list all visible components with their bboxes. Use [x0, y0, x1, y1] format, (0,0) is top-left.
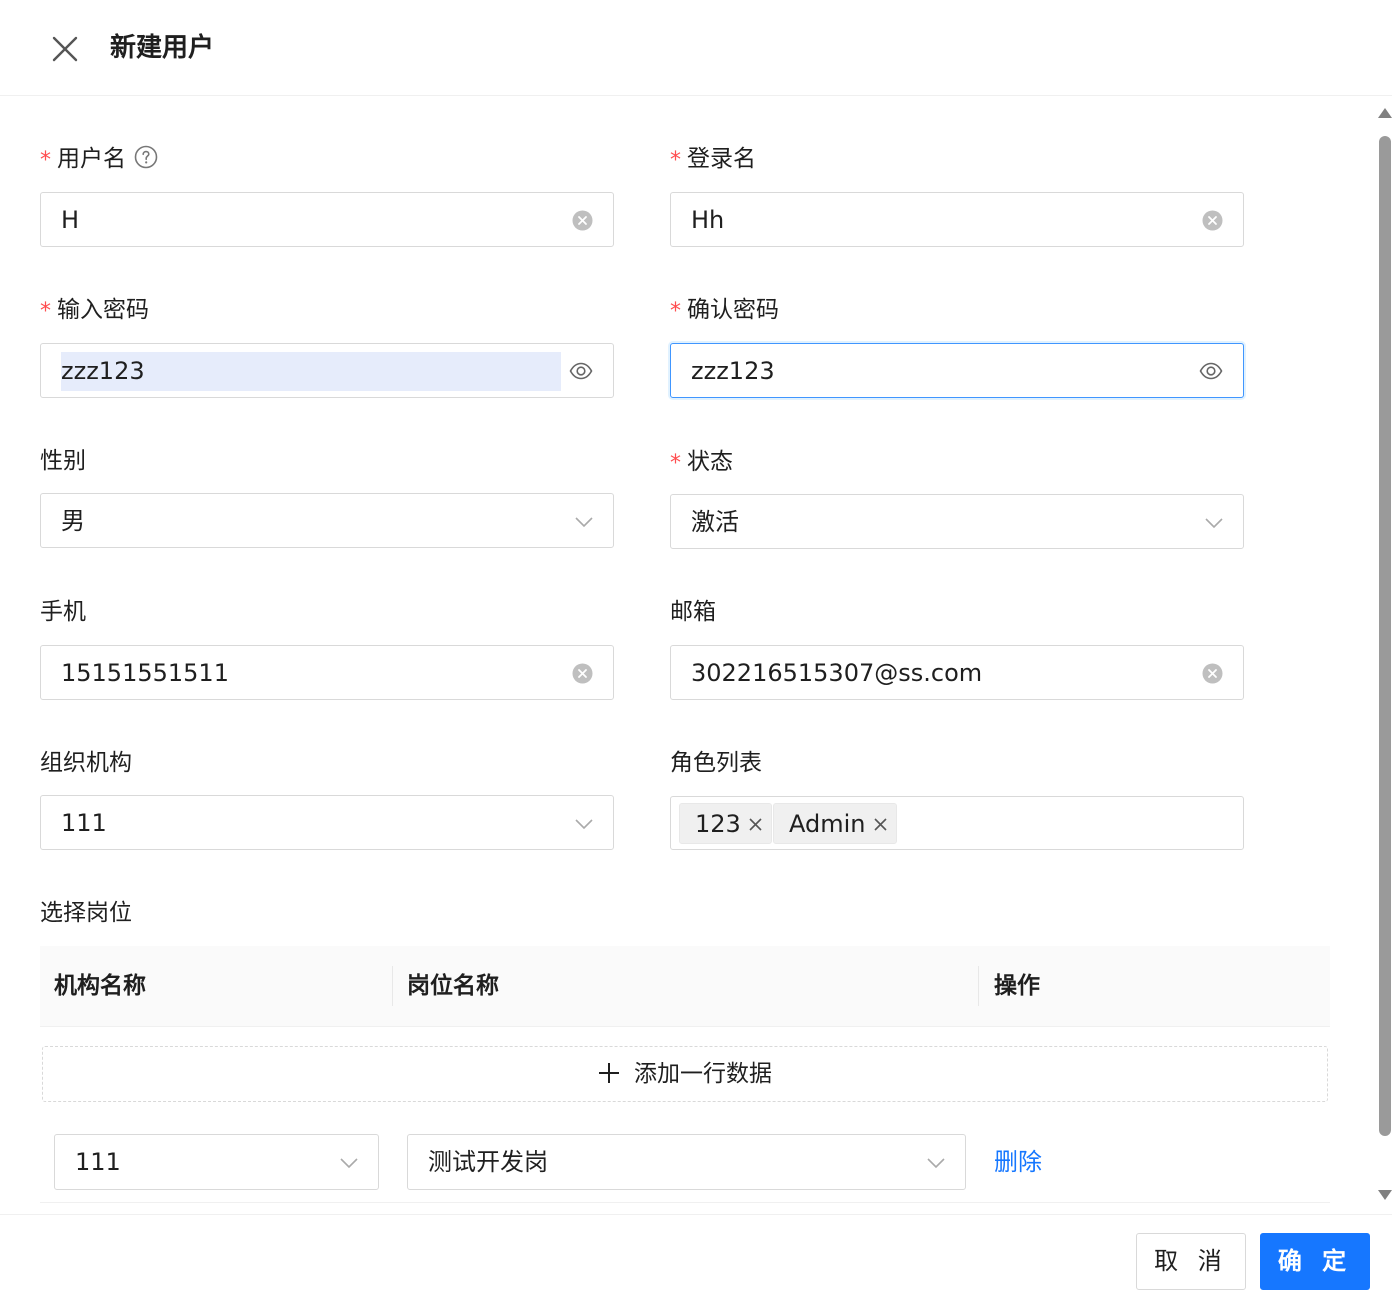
- gender-select[interactable]: 男: [40, 493, 614, 548]
- clear-icon[interactable]: [572, 663, 593, 684]
- username-input[interactable]: H: [40, 192, 614, 247]
- row-position-select[interactable]: 测试开发岗: [407, 1134, 966, 1190]
- password-input[interactable]: zzz123: [40, 343, 614, 398]
- column-header: 操作: [994, 973, 1040, 999]
- add-row-button[interactable]: 添加一行数据: [42, 1046, 1328, 1102]
- column-divider: [392, 966, 393, 1006]
- create-user-drawer: 新建用户 * 用户名 H * 登录名 Hh * 输入密码 zzz123 * 确认密码 z…: [0, 0, 1392, 1304]
- close-icon[interactable]: [748, 817, 763, 832]
- column-header: 岗位名称: [407, 973, 499, 999]
- org-select[interactable]: 111: [40, 795, 614, 850]
- confirm-password-input[interactable]: zzz123: [670, 343, 1244, 398]
- delete-row-link[interactable]: 删除: [994, 1145, 1042, 1179]
- role-tag: Admin: [773, 803, 897, 844]
- gender-label: 性别: [40, 448, 86, 474]
- scrollbar[interactable]: [1378, 108, 1392, 1204]
- drawer-title: 新建用户: [110, 33, 215, 63]
- required-mark: *: [670, 299, 681, 324]
- cancel-button[interactable]: 取 消: [1136, 1233, 1246, 1290]
- required-mark: *: [670, 148, 681, 173]
- plus-icon: [599, 1063, 619, 1083]
- positions-table-header: 机构名称 岗位名称 操作: [40, 946, 1330, 1027]
- column-header: 机构名称: [54, 973, 146, 999]
- required-mark: *: [40, 148, 51, 173]
- login-name-input[interactable]: Hh: [670, 192, 1244, 247]
- status-select[interactable]: 激活: [670, 494, 1244, 549]
- chevron-down-icon: [575, 517, 593, 528]
- eye-icon[interactable]: [569, 360, 593, 382]
- email-input[interactable]: 302216515307@ss.com: [670, 645, 1244, 700]
- required-mark: *: [40, 299, 51, 324]
- clear-icon[interactable]: [572, 210, 593, 231]
- close-icon[interactable]: [48, 32, 82, 66]
- confirm-password-label: * 确认密码: [670, 297, 779, 324]
- scroll-up-arrow-icon[interactable]: [1378, 108, 1392, 118]
- role-tag: 123: [679, 803, 772, 844]
- login-name-label: * 登录名: [670, 146, 756, 173]
- password-label: * 输入密码: [40, 297, 149, 324]
- column-divider: [978, 966, 979, 1006]
- phone-input[interactable]: 15151551511: [40, 645, 614, 700]
- roles-label: 角色列表: [670, 750, 762, 776]
- clear-icon[interactable]: [1202, 663, 1223, 684]
- close-icon[interactable]: [873, 817, 888, 832]
- phone-label: 手机: [40, 599, 86, 625]
- clear-icon[interactable]: [1202, 210, 1223, 231]
- username-label: * 用户名: [40, 143, 158, 176]
- chevron-down-icon: [340, 1158, 358, 1169]
- chevron-down-icon: [1205, 518, 1223, 529]
- chevron-down-icon: [575, 819, 593, 830]
- chevron-down-icon: [927, 1158, 945, 1169]
- drawer-header: 新建用户: [0, 0, 1392, 96]
- email-label: 邮箱: [670, 599, 716, 625]
- drawer-footer: 取 消 确 定: [0, 1214, 1392, 1304]
- confirm-button[interactable]: 确 定: [1260, 1233, 1370, 1290]
- row-divider: [40, 1202, 1330, 1203]
- eye-icon[interactable]: [1199, 360, 1223, 382]
- scrollbar-thumb[interactable]: [1379, 136, 1391, 1136]
- roles-select[interactable]: 123 Admin: [670, 796, 1244, 850]
- row-org-select[interactable]: 111: [54, 1134, 379, 1190]
- required-mark: *: [670, 451, 681, 476]
- question-circle-icon[interactable]: [134, 145, 158, 169]
- scroll-down-arrow-icon[interactable]: [1378, 1190, 1392, 1200]
- positions-section-label: 选择岗位: [40, 900, 132, 926]
- org-label: 组织机构: [40, 750, 132, 776]
- status-label: * 状态: [670, 449, 733, 476]
